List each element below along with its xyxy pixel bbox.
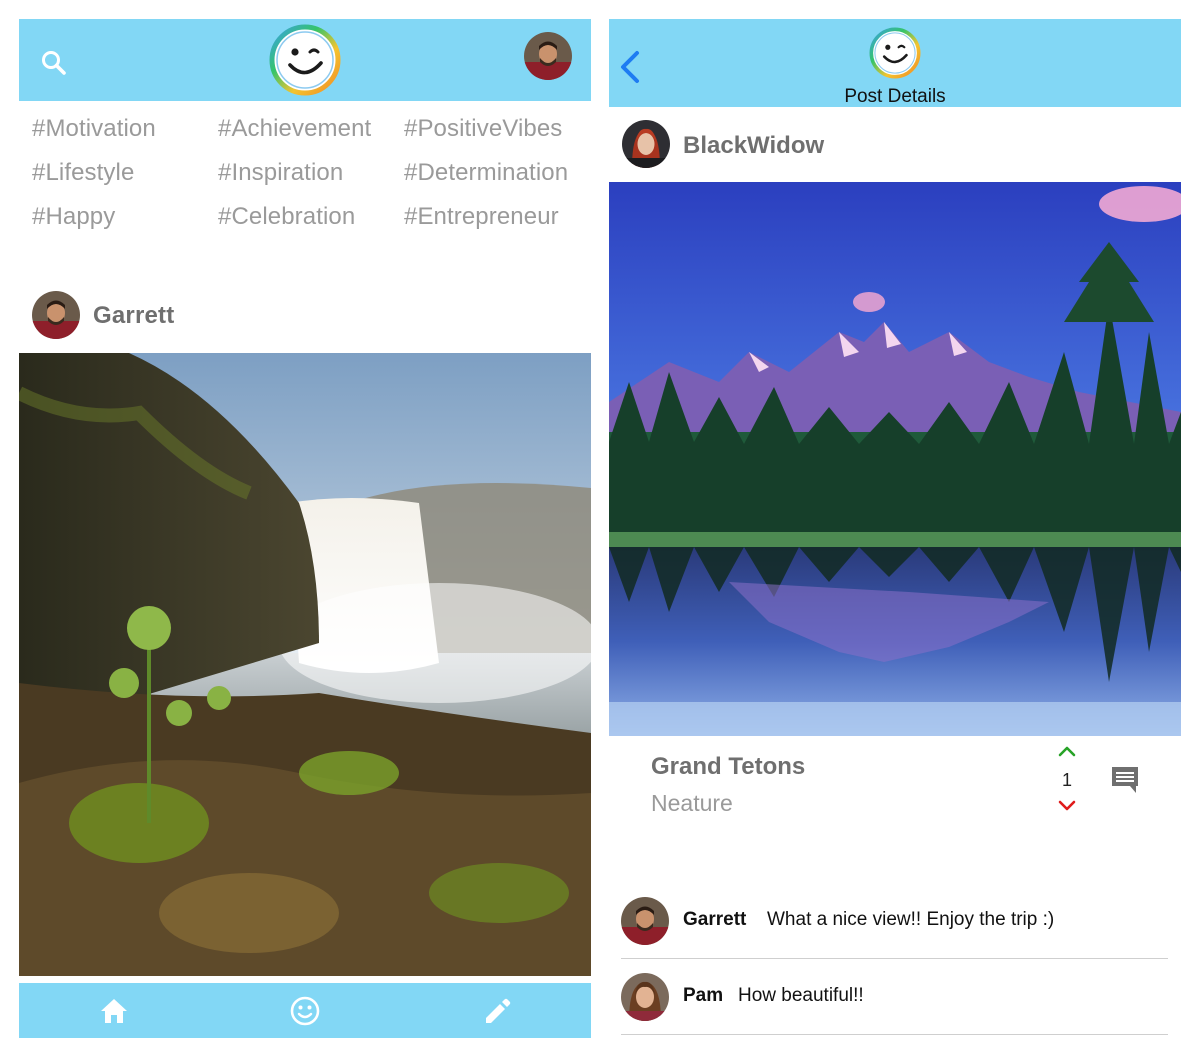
vote-count: 1: [1061, 770, 1072, 790]
avatar[interactable]: [621, 897, 669, 945]
feed-header: [19, 19, 591, 101]
avatar[interactable]: [621, 973, 669, 1021]
comment-item: Pam How beautiful!!: [621, 973, 1168, 1035]
user-avatar[interactable]: [524, 32, 572, 80]
smiley-logo[interactable]: [867, 25, 923, 81]
comment-author[interactable]: Pam: [683, 985, 723, 1007]
comment-item: Garrett What a nice view!! Enjoy the tri…: [621, 897, 1168, 959]
hashtag[interactable]: #Celebration: [218, 203, 355, 231]
hashtag[interactable]: #Determination: [404, 159, 568, 187]
avatar[interactable]: [32, 291, 80, 339]
hashtag[interactable]: #PositiveVibes: [404, 115, 562, 143]
post-details-screen: Post Details BlackWidow Grand Tetons Nea…: [609, 19, 1181, 1038]
chevron-left-icon[interactable]: [617, 49, 643, 85]
post-author-name[interactable]: BlackWidow: [683, 132, 824, 160]
pencil-icon[interactable]: [480, 994, 514, 1028]
post-title: Grand Tetons: [651, 753, 806, 780]
home-icon[interactable]: [97, 994, 131, 1028]
feed-screen: #Motivation #Achievement #PositiveVibes …: [19, 19, 591, 1038]
chevron-down-icon[interactable]: [1056, 799, 1078, 813]
page-title: Post Details: [844, 86, 946, 107]
waterfall-photo[interactable]: [19, 353, 591, 976]
comment-text: How beautiful!!: [738, 985, 864, 1006]
bottom-nav: [19, 983, 591, 1038]
details-header: Post Details: [609, 19, 1181, 107]
hashtag[interactable]: #Achievement: [218, 115, 371, 143]
mountain-lake-photo[interactable]: [609, 182, 1181, 736]
hashtag[interactable]: #Happy: [32, 203, 115, 231]
chevron-up-icon[interactable]: [1056, 744, 1078, 758]
smiley-icon[interactable]: [288, 994, 322, 1028]
smiley-logo[interactable]: [266, 21, 344, 99]
hashtag[interactable]: #Motivation: [32, 115, 156, 143]
comment-author[interactable]: Garrett: [683, 909, 746, 931]
post-author-name[interactable]: Garrett: [93, 302, 174, 330]
avatar[interactable]: [622, 120, 670, 168]
hashtag[interactable]: #Inspiration: [218, 159, 343, 187]
hashtag[interactable]: #Entrepreneur: [404, 203, 559, 231]
post-category: Neature: [651, 790, 733, 816]
search-icon[interactable]: [39, 48, 69, 78]
comment-icon[interactable]: [1109, 764, 1141, 796]
comment-text: What a nice view!! Enjoy the trip :): [767, 909, 1055, 930]
hashtag[interactable]: #Lifestyle: [32, 159, 134, 187]
